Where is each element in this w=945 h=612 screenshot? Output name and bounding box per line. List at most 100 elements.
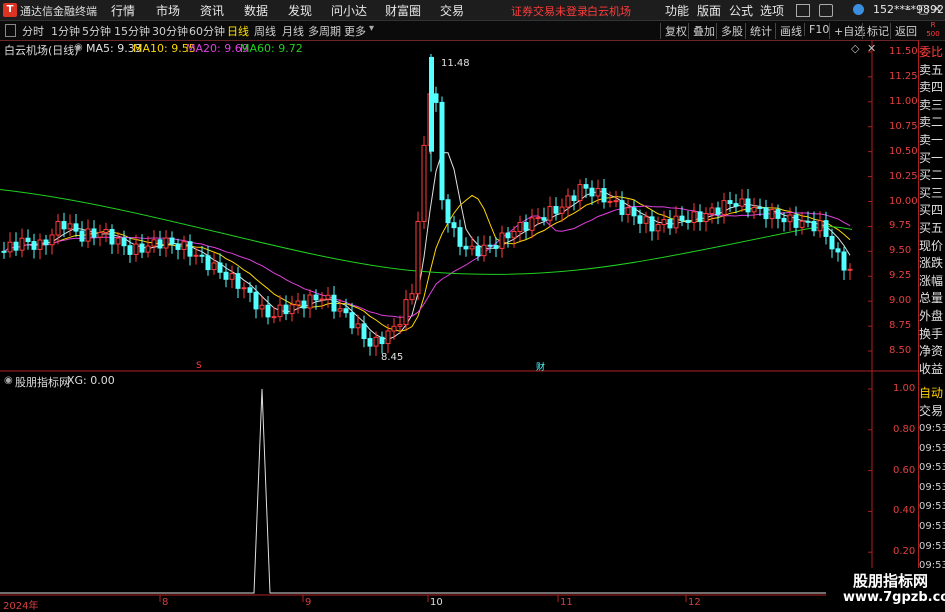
menu-functions[interactable]: 功能 bbox=[665, 2, 689, 19]
period-tab-weekly[interactable]: 周线 bbox=[254, 23, 276, 39]
maximize-icon[interactable]: ▢ bbox=[918, 2, 929, 16]
event-marker-finance[interactable]: 财 bbox=[536, 360, 545, 373]
candle-up bbox=[271, 316, 277, 319]
candle-up bbox=[19, 237, 25, 251]
candle-up bbox=[799, 220, 805, 228]
menu-market[interactable]: 市场 bbox=[156, 2, 180, 19]
menu-trade[interactable]: 交易 bbox=[440, 2, 464, 19]
period-tab-more[interactable]: 更多 bbox=[344, 23, 366, 39]
minimize-icon[interactable]: – bbox=[905, 2, 911, 16]
candle-up bbox=[295, 300, 301, 306]
period-tab-5min[interactable]: 5分钟 bbox=[82, 23, 111, 39]
panel-toggle-icon[interactable] bbox=[5, 24, 16, 37]
main-chart-title: 白云机场(日线) bbox=[4, 44, 79, 57]
stock-name: 白云机场 bbox=[587, 5, 631, 18]
candle-down bbox=[361, 323, 367, 340]
period-tab-daily[interactable]: 日线 bbox=[227, 23, 249, 39]
candle-up bbox=[145, 245, 151, 253]
period-tab-15min[interactable]: 15分钟 bbox=[114, 23, 150, 39]
candle-up bbox=[673, 215, 679, 229]
candle-up bbox=[385, 330, 391, 345]
candle-up bbox=[535, 217, 541, 220]
diamond-icon[interactable]: ◇ bbox=[851, 42, 859, 55]
menu-discover[interactable]: 发现 bbox=[288, 2, 312, 19]
candle-down bbox=[331, 294, 337, 312]
candle-down bbox=[247, 287, 253, 293]
message-icon[interactable] bbox=[819, 4, 833, 17]
candle-down bbox=[583, 184, 589, 189]
candle-up bbox=[661, 219, 667, 226]
candle-up bbox=[133, 243, 139, 255]
candle-up bbox=[691, 211, 697, 223]
side-label: 买四 bbox=[919, 203, 944, 218]
login-warning[interactable]: 证券交易未登录 bbox=[511, 3, 588, 19]
event-marker-s[interactable]: S bbox=[196, 361, 202, 371]
period-tab-1min[interactable]: 1分钟 bbox=[51, 23, 80, 39]
candle-down bbox=[187, 241, 193, 257]
statistics-button[interactable]: 统计 bbox=[745, 23, 772, 39]
app-title: 通达信金融终端 bbox=[20, 5, 97, 18]
period-tab-multi[interactable]: 多周期 bbox=[308, 23, 341, 39]
candle-down bbox=[553, 206, 559, 214]
mail-icon[interactable] bbox=[796, 4, 810, 17]
close-panel-icon[interactable]: ✕ bbox=[867, 42, 876, 55]
chart-settings-icon[interactable]: ◉ bbox=[74, 42, 83, 53]
candle-down bbox=[475, 245, 481, 257]
candle-down bbox=[61, 221, 67, 230]
candle-up bbox=[847, 268, 853, 271]
candle-down bbox=[835, 248, 841, 253]
menu-market-quotes[interactable]: 行情 bbox=[111, 2, 135, 19]
sub-settings-icon[interactable]: ◉ bbox=[4, 375, 13, 386]
period-tab-30min[interactable]: 30分钟 bbox=[152, 23, 188, 39]
side-label: 涨幅 bbox=[919, 273, 944, 288]
y-tick-sub: 0.60 bbox=[893, 464, 916, 476]
restore-rights-button[interactable]: 复权 bbox=[660, 23, 687, 39]
candle-down bbox=[727, 200, 733, 205]
candle-up bbox=[511, 230, 517, 239]
back-button[interactable]: 返回 bbox=[890, 23, 917, 39]
multi-stock-button[interactable]: 多股 bbox=[716, 23, 743, 39]
overlay-button[interactable]: 叠加 bbox=[688, 23, 715, 39]
chart-canvas[interactable] bbox=[0, 40, 918, 609]
menu-ask[interactable]: 问小达 bbox=[331, 2, 367, 19]
menu-news[interactable]: 资讯 bbox=[200, 2, 224, 19]
side-label: 涨跌 bbox=[919, 256, 944, 271]
y-tick-main: 10.75 bbox=[889, 120, 918, 132]
menu-layout[interactable]: 版面 bbox=[697, 2, 721, 19]
candle-up bbox=[787, 214, 793, 223]
add-watchlist-button[interactable]: +自选 bbox=[829, 23, 865, 39]
mark-button[interactable]: 标记 bbox=[862, 23, 889, 39]
y-tick-main: 11.00 bbox=[889, 95, 918, 107]
menu-data[interactable]: 数据 bbox=[244, 2, 268, 19]
candle-down bbox=[157, 239, 163, 249]
corner-500: 500 bbox=[926, 30, 940, 38]
menu-options[interactable]: 选项 bbox=[760, 2, 784, 19]
chevron-down-icon[interactable]: ▾ bbox=[369, 23, 374, 34]
candle-up bbox=[529, 217, 535, 231]
f10-button[interactable]: F10 bbox=[804, 23, 829, 36]
period-tab-60min[interactable]: 60分钟 bbox=[189, 23, 225, 39]
y-tick-main: 8.50 bbox=[889, 345, 912, 357]
candle-up bbox=[67, 223, 73, 230]
period-tab-monthly[interactable]: 月线 bbox=[282, 23, 304, 39]
draw-line-button[interactable]: 画线 bbox=[775, 23, 802, 39]
candle-down bbox=[439, 101, 445, 201]
auto-label[interactable]: 自动 bbox=[919, 384, 943, 401]
y-tick-main: 9.75 bbox=[889, 220, 912, 232]
side-label: 卖四 bbox=[919, 80, 944, 95]
menu-wealth-circle[interactable]: 财富圈 bbox=[385, 2, 421, 19]
menu-formula[interactable]: 公式 bbox=[729, 2, 753, 19]
side-label: 总量 bbox=[919, 291, 944, 306]
candle-up bbox=[49, 234, 55, 246]
user-avatar-icon[interactable] bbox=[853, 4, 864, 15]
trade-time: 09:53 bbox=[919, 521, 945, 532]
candle-up bbox=[397, 324, 403, 327]
close-icon[interactable]: ✕ bbox=[932, 2, 942, 16]
candle-up bbox=[319, 298, 325, 301]
candle-down bbox=[637, 215, 643, 224]
period-tab-intraday[interactable]: 分时 bbox=[22, 23, 44, 39]
side-label: 外盘 bbox=[919, 309, 944, 323]
candle-up bbox=[259, 304, 265, 310]
trade-time: 09:53 bbox=[919, 481, 945, 493]
candle-up bbox=[97, 231, 103, 238]
